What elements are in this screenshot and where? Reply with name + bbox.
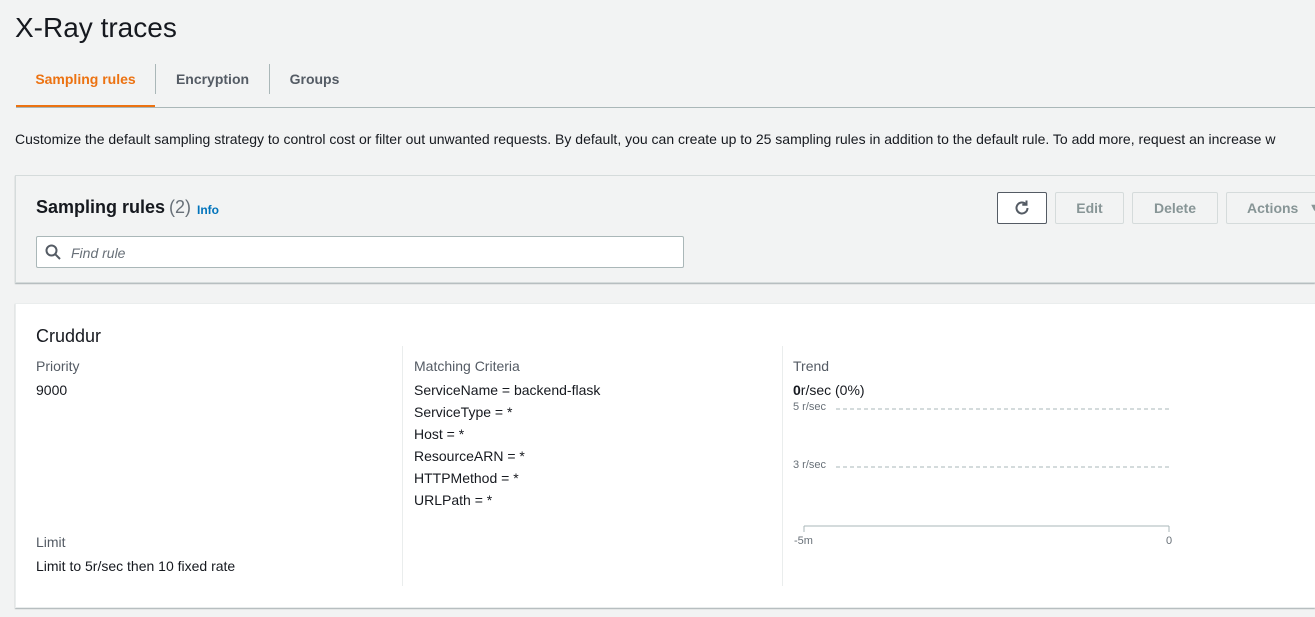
limit-value: Limit to 5r/sec then 10 fixed rate	[36, 558, 236, 574]
panel-title-text: Sampling rules	[36, 197, 166, 217]
criteria-item: ResourceARN = *	[414, 448, 525, 464]
caret-down-icon: ▼	[1309, 202, 1315, 214]
x-tick-label: 0	[1166, 535, 1172, 547]
priority-label: Priority	[36, 358, 80, 374]
actions-label: Actions	[1247, 200, 1299, 216]
page-title: X-Ray traces	[15, 12, 177, 43]
y-tick-label: 5 r/sec	[793, 401, 827, 413]
criteria-label: Matching Criteria	[414, 358, 520, 374]
delete-button[interactable]: Delete	[1132, 192, 1218, 224]
search-input[interactable]	[69, 237, 673, 269]
actions-button[interactable]: Actions ▼	[1226, 192, 1315, 224]
trend-chart: 5 r/sec 3 r/sec -5m 0	[793, 401, 1172, 547]
column-divider	[782, 346, 783, 586]
info-link[interactable]: Info	[197, 203, 219, 217]
y-tick-label: 3 r/sec	[793, 459, 827, 471]
criteria-item: ServiceType = *	[414, 404, 513, 420]
priority-value: 9000	[36, 382, 68, 398]
criteria-item: ServiceName = backend-flask	[414, 382, 601, 398]
edit-button[interactable]: Edit	[1055, 192, 1124, 224]
criteria-item: URLPath = *	[414, 492, 493, 508]
tab-sampling-rules[interactable]: Sampling rules	[16, 58, 155, 107]
refresh-button[interactable]	[997, 192, 1047, 224]
criteria-item: HTTPMethod = *	[414, 470, 519, 486]
refresh-icon	[1015, 200, 1029, 215]
x-tick-label: -5m	[794, 535, 813, 547]
rule-name: Cruddur	[36, 326, 102, 346]
limit-label: Limit	[36, 534, 66, 550]
sampling-rules-panel: Sampling rules (2) Info Edit Delete Actio…	[15, 175, 1315, 283]
tab-bar: Sampling rules Encryption Groups	[16, 58, 1315, 108]
criteria-item: Host = *	[414, 426, 465, 442]
rule-card: Cruddur Priority 9000 Limit Limit to 5r/…	[15, 303, 1315, 608]
tab-groups[interactable]: Groups	[270, 58, 359, 106]
column-divider	[402, 346, 403, 586]
search-field[interactable]	[36, 236, 684, 269]
search-icon	[45, 244, 61, 260]
page-description: Customize the default sampling strategy …	[15, 131, 1276, 147]
panel-title: Sampling rules (2)	[36, 197, 191, 218]
rule-count: (2)	[169, 197, 192, 217]
trend-label: Trend	[793, 358, 830, 374]
tab-encryption[interactable]: Encryption	[156, 58, 269, 106]
